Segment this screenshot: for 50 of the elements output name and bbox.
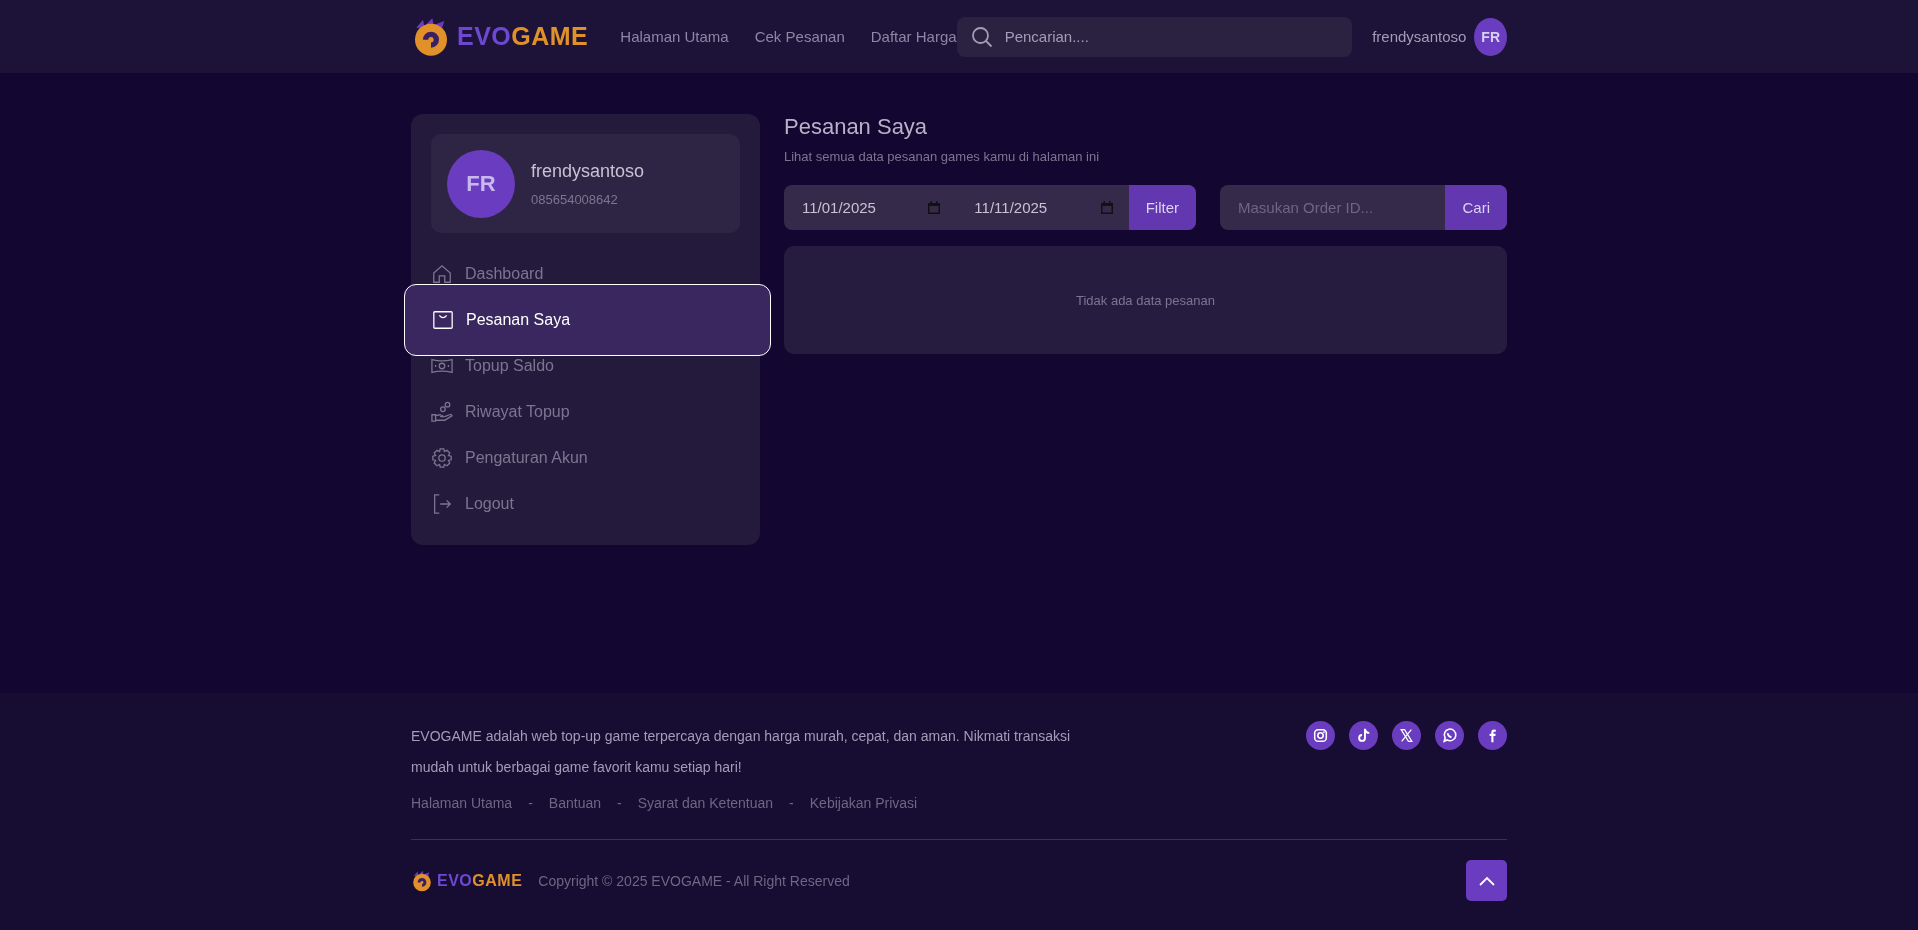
order-id-field[interactable]: Masukan Order ID... bbox=[1220, 185, 1446, 230]
logo-text: EVOGAME bbox=[457, 22, 589, 51]
search-button[interactable]: Cari bbox=[1445, 185, 1507, 230]
filter-button[interactable]: Filter bbox=[1128, 185, 1196, 230]
footer-link[interactable]: Syarat dan Ketentuan bbox=[637, 795, 774, 811]
logo-text: EVOGAME bbox=[437, 871, 523, 890]
sidebar-item[interactable]: Logout bbox=[431, 481, 740, 527]
instagram-icon[interactable] bbox=[1306, 721, 1335, 750]
calendar-icon bbox=[1100, 201, 1113, 214]
home-icon bbox=[431, 263, 453, 285]
page-title: Pesanan Saya bbox=[784, 114, 929, 140]
facebook-icon[interactable] bbox=[1478, 721, 1507, 750]
sidebar-item[interactable]: Pesanan Saya bbox=[404, 284, 771, 356]
shopping-bag-icon bbox=[432, 309, 454, 331]
sidebar-item[interactable]: Pengaturan Akun bbox=[431, 435, 740, 481]
nav-link[interactable]: Cek Pesanan bbox=[754, 28, 845, 45]
x-icon[interactable] bbox=[1392, 721, 1421, 750]
page-subtitle: Lihat semua data pesanan games kamu di halaman ini bbox=[784, 149, 1101, 164]
date-field[interactable]: 11/11/2025 bbox=[956, 185, 1129, 230]
nav-link[interactable]: Halaman Utama bbox=[620, 28, 729, 45]
calendar-icon bbox=[928, 201, 941, 214]
profile-avatar: FR bbox=[447, 149, 515, 218]
link-separator: - bbox=[789, 795, 794, 811]
footer-description: EVOGAME adalah web top-up game terpercaya dengan harga murah, cepat, dan aman. Nikmati transaksi mudah untuk berbagai game favorit kamu setiap hari! bbox=[411, 727, 1072, 777]
copyright-text: Copyright © 2025 EVOGAME - All Right Reserved bbox=[538, 872, 850, 889]
profile-phone: 085654008642 bbox=[531, 191, 619, 207]
hand-coins-icon bbox=[431, 401, 453, 423]
footer-link[interactable]: Kebijakan Privasi bbox=[809, 795, 918, 811]
sidebar-item[interactable]: Riwayat Topup bbox=[431, 389, 740, 435]
order-search-field[interactable]: Masukan Order ID... Cari bbox=[1220, 185, 1507, 230]
footer-link[interactable]: Halaman Utama bbox=[411, 795, 513, 811]
logo-icon bbox=[411, 869, 433, 892]
profile-name: frendysantoso bbox=[531, 160, 645, 182]
settings-icon bbox=[431, 447, 453, 469]
username[interactable]: frendysantoso bbox=[1372, 28, 1467, 45]
scroll-top-button[interactable] bbox=[1466, 860, 1507, 901]
nav-link[interactable]: Daftar Harga bbox=[870, 28, 957, 45]
link-separator: - bbox=[617, 795, 622, 811]
user-avatar[interactable]: FR bbox=[1474, 17, 1507, 56]
tiktok-icon[interactable] bbox=[1349, 721, 1378, 750]
caret-up-icon bbox=[1478, 875, 1495, 886]
search-field[interactable]: Pencarian.... bbox=[956, 16, 1353, 57]
date-field[interactable]: 11/01/2025 bbox=[784, 185, 957, 230]
whatsapp-icon[interactable] bbox=[1435, 721, 1464, 750]
footer-link[interactable]: Bantuan bbox=[548, 795, 601, 811]
search-icon bbox=[970, 25, 993, 48]
search-input[interactable]: Pencarian.... bbox=[1002, 27, 1339, 46]
link-separator: - bbox=[528, 795, 533, 811]
logout-icon bbox=[431, 493, 453, 515]
empty-message: Tidak ada data pesanan bbox=[1076, 292, 1215, 308]
